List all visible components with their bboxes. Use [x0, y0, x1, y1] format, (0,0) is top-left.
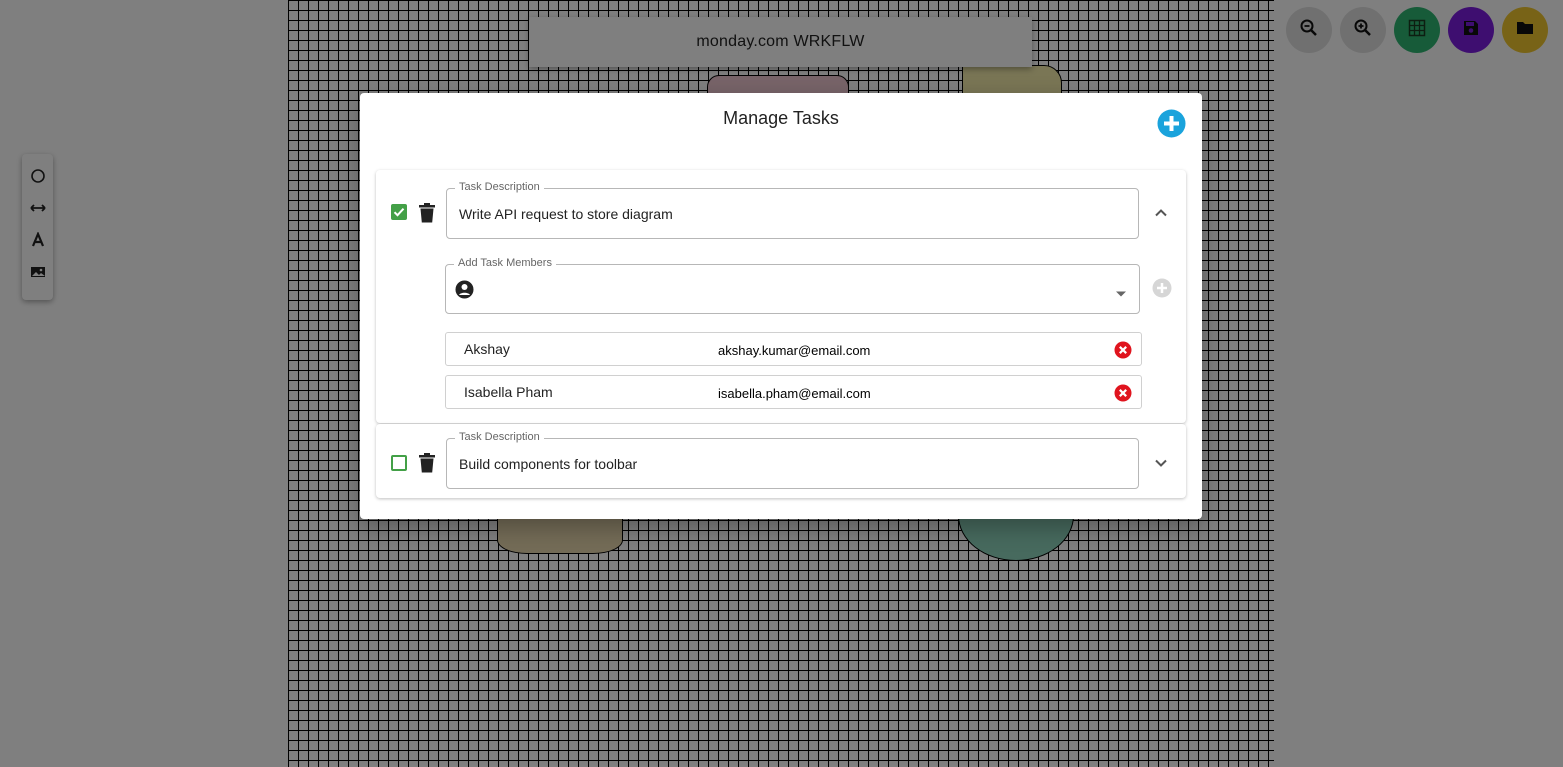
- task-description-field[interactable]: Task Description Write API request to st…: [446, 181, 1139, 239]
- chevron-up-icon: [1155, 209, 1167, 217]
- member-email: akshay.kumar@email.com: [718, 343, 871, 358]
- add-task-members-label: Add Task Members: [454, 257, 556, 269]
- trash-icon: [419, 203, 435, 223]
- check-icon: [393, 208, 405, 217]
- manage-tasks-dialog: Manage Tasks Task Description Write API …: [360, 93, 1202, 519]
- plus-circle-icon: [1152, 278, 1172, 298]
- chevron-down-icon: [1155, 459, 1167, 467]
- member-row: Isabella Pham isabella.pham@email.com: [445, 375, 1142, 409]
- expand-task-button[interactable]: [1152, 454, 1170, 472]
- task-description-field[interactable]: Task Description Build components for to…: [446, 431, 1139, 489]
- dialog-title: Manage Tasks: [723, 108, 839, 128]
- task-complete-checkbox[interactable]: [391, 455, 407, 471]
- close-circle-icon: [1114, 384, 1132, 402]
- close-circle-icon: [1114, 341, 1132, 359]
- add-task-members-select[interactable]: Add Task Members: [445, 257, 1140, 314]
- add-member-button[interactable]: [1152, 278, 1172, 298]
- member-email: isabella.pham@email.com: [718, 386, 871, 401]
- task-item: Task Description Write API request to st…: [376, 170, 1186, 423]
- task-complete-checkbox[interactable]: [391, 204, 407, 220]
- member-name: Akshay: [464, 341, 510, 357]
- person-icon: [455, 280, 474, 304]
- task-description-value[interactable]: Write API request to store diagram: [459, 206, 673, 222]
- remove-member-button[interactable]: [1114, 384, 1132, 402]
- remove-member-button[interactable]: [1114, 341, 1132, 359]
- delete-task-button[interactable]: [417, 452, 437, 474]
- trash-icon: [419, 453, 435, 473]
- member-row: Akshay akshay.kumar@email.com: [445, 332, 1142, 366]
- task-item: Task Description Build components for to…: [376, 424, 1186, 498]
- task-description-value[interactable]: Build components for toolbar: [459, 456, 637, 472]
- add-task-button[interactable]: [1157, 109, 1186, 138]
- delete-task-button[interactable]: [417, 202, 437, 224]
- task-description-label: Task Description: [455, 181, 544, 193]
- member-name: Isabella Pham: [464, 384, 553, 400]
- task-description-label: Task Description: [455, 431, 544, 443]
- collapse-task-button[interactable]: [1152, 204, 1170, 222]
- dropdown-arrow-icon[interactable]: [1115, 285, 1127, 303]
- plus-circle-icon: [1157, 109, 1186, 138]
